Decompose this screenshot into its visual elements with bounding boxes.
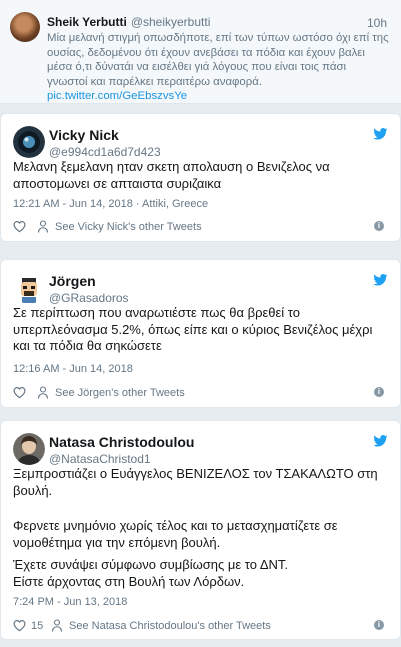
tweet-meta: 12:16 AM - Jun 14, 2018: [13, 363, 133, 375]
tweet-timestamp[interactable]: 12:21 AM - Jun 14, 2018: [13, 198, 133, 210]
tweet-actions: See Jörgen's other Tweets i: [13, 386, 388, 402]
info-icon[interactable]: i: [374, 620, 384, 630]
reply-text-content: Μία μελανή στιγμή οπωσδήποτε, επί των τύ…: [47, 32, 389, 88]
tweet-card[interactable]: Vicky Nick @e994cd1a6d7d423 Μελανη ξεμελ…: [0, 113, 401, 242]
tweet-actions: 15 See Natasa Christodoulou's other Twee…: [13, 619, 388, 635]
like-count[interactable]: 15: [31, 620, 43, 632]
tweet-meta: 12:21 AM - Jun 14, 2018 · Attiki, Greece: [13, 198, 208, 210]
tweet-author-handle[interactable]: @NatasaChristod1: [49, 452, 151, 466]
tweet-actions: See Vicky Nick's other Tweets i: [13, 220, 388, 236]
see-other-tweets-link[interactable]: See Vicky Nick's other Tweets: [55, 221, 202, 233]
tweet-card[interactable]: Jörgen @GRasadoros Σε περίπτωση που αναρ…: [0, 259, 401, 408]
info-icon[interactable]: i: [374, 221, 384, 231]
tweet-author-handle[interactable]: @GRasadoros: [49, 291, 129, 305]
reply-pic-link[interactable]: pic.twitter.com/GeEbszvsYe: [47, 90, 187, 102]
reply-author-name[interactable]: Sheik Yerbutti: [47, 15, 127, 29]
heart-icon[interactable]: [13, 386, 26, 399]
tweet-text: Μελανη ξεμελανη ηταν σκετη απολαυση ο Βε…: [13, 159, 330, 191]
person-icon: [37, 220, 49, 233]
tweet-author-name[interactable]: Jörgen: [49, 273, 96, 289]
see-other-tweets-link[interactable]: See Natasa Christodoulou's other Tweets: [69, 620, 271, 632]
avatar[interactable]: [13, 433, 45, 465]
twitter-bird-icon[interactable]: [373, 435, 388, 447]
tweet-text: Έχετε συνάψει σύμφωνο συμβίωσης με το ΔΝ…: [13, 557, 289, 572]
avatar[interactable]: [13, 272, 45, 304]
reply-text: Μία μελανή στιγμή οπωσδήποτε, επί των τύ…: [47, 31, 389, 104]
person-icon: [37, 386, 49, 399]
tweet-author-name[interactable]: Vicky Nick: [49, 127, 119, 143]
twitter-bird-icon[interactable]: [373, 274, 388, 286]
tweet-meta: 7:24 PM - Jun 13, 2018: [13, 596, 127, 608]
tweet-text: Σε περίπτωση που αναρωτιέστε πως θα βρεθ…: [13, 305, 373, 353]
reply-author[interactable]: Sheik Yerbutti @sheikyerbutti: [47, 15, 210, 29]
tweet-card[interactable]: Natasa Christodoulou @NatasaChristod1 Ξε…: [0, 420, 401, 640]
tweet-text: Ξεμπροστιάζει ο Ευάγγελος ΒΕΝΙΖΕΛΟΣ τον …: [13, 466, 378, 498]
tweet-author-name[interactable]: Natasa Christodoulou: [49, 434, 194, 450]
tweet-author-handle[interactable]: @e994cd1a6d7d423: [49, 145, 161, 159]
avatar[interactable]: [10, 12, 40, 42]
see-other-tweets-link[interactable]: See Jörgen's other Tweets: [55, 387, 185, 399]
tweet-text: Φερνετε μνημόνιο χωρίς τέλος και το μετα…: [13, 518, 338, 550]
tweet-timestamp[interactable]: 12:16 AM - Jun 14, 2018: [13, 363, 133, 375]
heart-icon[interactable]: [13, 619, 26, 632]
twitter-bird-icon[interactable]: [373, 128, 388, 140]
tweet-timestamp[interactable]: 7:24 PM - Jun 13, 2018: [13, 596, 127, 608]
tweet-text: Είστε άρχοντας στη Βουλή των Λόρδων.: [13, 574, 245, 589]
reply-time[interactable]: 10h: [367, 16, 387, 30]
heart-icon[interactable]: [13, 220, 26, 233]
avatar[interactable]: [13, 126, 45, 158]
meta-separator: ·: [132, 198, 143, 210]
tweet-location[interactable]: Attiki, Greece: [142, 198, 208, 210]
person-icon: [51, 619, 63, 632]
reply-tweet: Sheik Yerbutti @sheikyerbutti 10h Μία μελ…: [0, 0, 401, 104]
reply-author-handle[interactable]: @sheikyerbutti: [131, 15, 211, 29]
info-icon[interactable]: i: [374, 387, 384, 397]
